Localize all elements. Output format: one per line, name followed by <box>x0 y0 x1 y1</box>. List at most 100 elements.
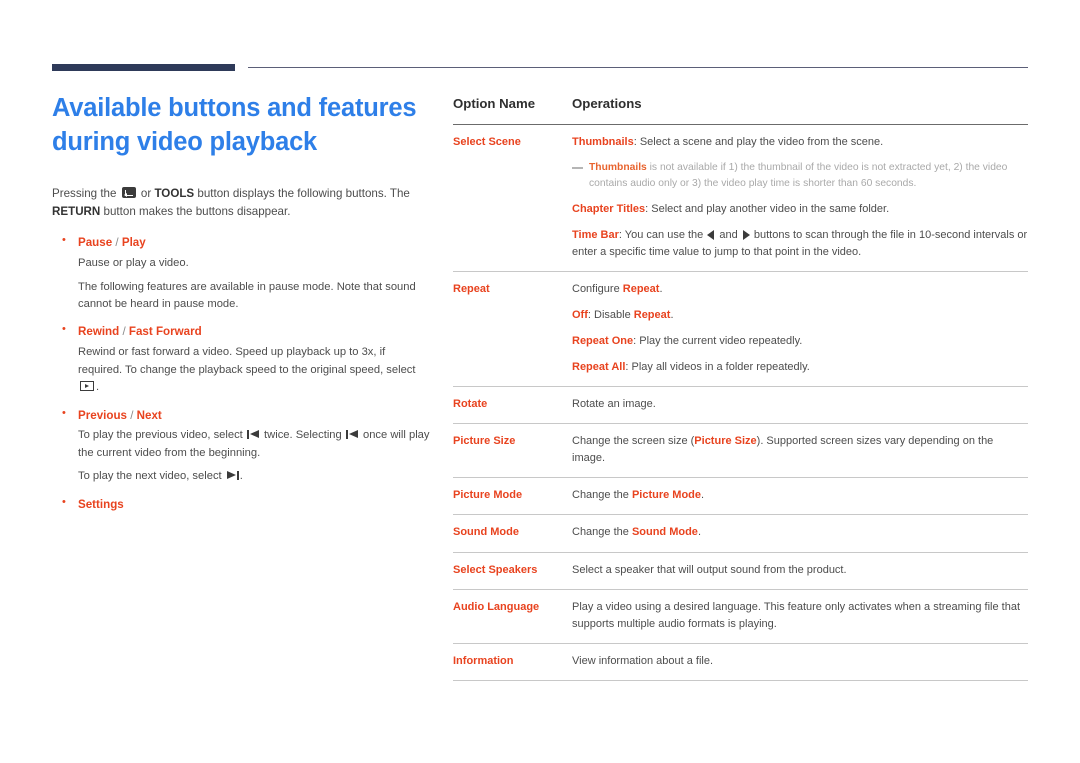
options-table: Option Name Operations Select Scene Thum… <box>453 96 1028 681</box>
features-bullet-list: Pause / Play Pause or play a video. The … <box>52 234 432 514</box>
option-name-information: Information <box>453 654 514 667</box>
operation-line: Play a video using a desired language. T… <box>572 600 1021 630</box>
header-rule-thick <box>52 64 235 71</box>
list-item: Settings <box>52 496 432 514</box>
operation-text: Change the screen size ( <box>572 435 695 448</box>
bullet-heading-rewind-fast-forward: Rewind / Fast Forward <box>78 324 432 341</box>
bullet-head-sep: / <box>126 408 137 422</box>
operation-line: Thumbnails: Select a scene and play the … <box>572 134 1028 151</box>
bullet-head-a: Rewind <box>78 325 120 339</box>
intro-text-1: Pressing the <box>52 187 120 201</box>
operation-text: : Play the current video repeatedly. <box>633 335 803 348</box>
term-thumbnails: Thumbnails <box>572 136 634 148</box>
arrow-right-icon <box>742 229 750 240</box>
skip-previous-icon <box>345 430 359 440</box>
table-body: Select Scene Thumbnails: Select a scene … <box>453 125 1028 681</box>
operations-repeat: Configure Repeat. Off: Disable Repeat. R… <box>572 272 1028 387</box>
list-item: Previous / Next To play the previous vid… <box>52 407 432 486</box>
term-repeat-all: Repeat All <box>572 361 626 374</box>
play-boxed-icon <box>80 381 94 392</box>
option-name-select-speakers: Select Speakers <box>453 563 538 576</box>
bullet-head-sep: / <box>112 236 122 250</box>
note-thumbnails: Thumbnails is not available if 1) the th… <box>572 160 1028 192</box>
bullet-paragraph: Pause or play a video. <box>78 257 189 270</box>
option-name-sound-mode: Sound Mode <box>453 526 519 539</box>
bullet-heading-settings: Settings <box>78 497 124 511</box>
bullet-paragraph: To play the next video, select . <box>78 468 432 485</box>
list-item: Rewind / Fast Forward Rewind or fast for… <box>52 323 432 396</box>
list-item: Pause / Play Pause or play a video. The … <box>52 234 432 313</box>
operations-rotate: Rotate an image. <box>572 387 1028 424</box>
term-chapter-titles: Chapter Titles <box>572 202 646 215</box>
operation-line: Time Bar: You can use the and buttons to… <box>572 227 1028 261</box>
bullet-head-a: Previous <box>78 408 127 422</box>
bullet-head-b: Next <box>136 408 162 422</box>
options-table-wrapper: Option Name Operations Select Scene Thum… <box>453 96 1028 681</box>
page-title-line1: Available buttons and features <box>52 94 417 122</box>
bullet-head-b: Play <box>121 236 146 250</box>
skip-next-icon <box>226 471 239 481</box>
page-title: Available buttons and features during vi… <box>52 92 432 159</box>
term-repeat: Repeat <box>622 283 660 296</box>
table-row: Select Scene Thumbnails: Select a scene … <box>453 125 1028 272</box>
operation-line: Configure Repeat. <box>572 281 1028 298</box>
tools-label: TOOLS <box>154 187 195 201</box>
bullet-heading-pause-play: Pause / Play <box>78 235 432 252</box>
page-title-line2: during video playback <box>52 127 318 156</box>
operations-sound-mode: Change the Sound Mode. <box>572 515 1028 552</box>
table-row: Picture Mode Change the Picture Mode. <box>453 478 1028 515</box>
operation-line: Chapter Titles: Select and play another … <box>572 201 1028 218</box>
term-time-bar: Time Bar <box>572 229 619 241</box>
header-rule-thin <box>248 67 1028 69</box>
rewind-text-2: . <box>96 381 100 394</box>
operation-line: Select a speaker that will output sound … <box>572 563 847 576</box>
operation-line: Repeat All: Play all videos in a folder … <box>572 359 1028 376</box>
bullet-head-b: Fast Forward <box>128 325 202 339</box>
bullet-head-a: Pause <box>78 236 113 250</box>
operation-text: : Play all videos in a folder repeatedly… <box>625 361 810 374</box>
enter-key-icon <box>121 187 136 199</box>
operations-audio-language: Play a video using a desired language. T… <box>572 589 1028 643</box>
header-rules <box>52 64 1028 74</box>
bullet-paragraph: Rewind or fast forward a video. Speed up… <box>78 344 432 396</box>
table-row: Select Speakers Select a speaker that wi… <box>453 552 1028 590</box>
operation-text: Change the <box>572 489 632 502</box>
operation-text: . <box>697 526 701 539</box>
table-row: Rotate Rotate an image. <box>453 387 1028 424</box>
operation-text: . <box>701 489 705 502</box>
table-row: Repeat Configure Repeat. Off: Disable Re… <box>453 272 1028 387</box>
intro-text-4: button makes the buttons disappear. <box>100 205 291 219</box>
bullet-paragraph: To play the previous video, select twice… <box>78 427 432 462</box>
table-row: Sound Mode Change the Sound Mode. <box>453 515 1028 553</box>
operation-line: Repeat One: Play the current video repea… <box>572 333 1028 350</box>
operation-line: Off: Disable Repeat. <box>572 307 1028 324</box>
table-row: Information View information about a fil… <box>453 643 1028 681</box>
operation-text: : Disable <box>587 309 634 322</box>
prev-text-2: twice. Selecting <box>260 429 345 442</box>
prev-text-1: To play the previous video, select <box>78 429 246 442</box>
table-header-row: Option Name Operations <box>453 96 1028 125</box>
option-name-repeat: Repeat <box>453 283 490 296</box>
table-row: Picture Size Change the screen size (Pic… <box>453 424 1028 478</box>
operation-text: . <box>670 309 674 322</box>
option-name-select-scene: Select Scene <box>453 136 521 148</box>
operation-text: and <box>716 229 741 241</box>
operation-line: Change the Sound Mode. <box>572 524 1028 541</box>
option-name-picture-size: Picture Size <box>453 435 516 448</box>
term-repeat-one: Repeat One <box>572 335 634 348</box>
intro-text-3: button displays the following buttons. T… <box>194 187 410 201</box>
rewind-text-1: Rewind or fast forward a video. Speed up… <box>78 346 416 376</box>
next-text-1: To play the next video, select <box>78 470 225 483</box>
term-off: Off <box>572 309 588 322</box>
operations-select-speakers: Select a speaker that will output sound … <box>572 552 1028 589</box>
column-header-option-name: Option Name <box>453 96 536 111</box>
table-row: Audio Language Play a video using a desi… <box>453 589 1028 644</box>
left-column: Available buttons and features during vi… <box>52 92 432 525</box>
term-picture-size: Picture Size <box>694 435 757 448</box>
operations-picture-size: Change the screen size (Picture Size). S… <box>572 424 1028 478</box>
intro-text-2: or <box>137 187 155 201</box>
bullet-heading-previous-next: Previous / Next <box>78 408 432 425</box>
operation-line: Rotate an image. <box>572 398 656 411</box>
skip-previous-icon <box>246 430 260 440</box>
operation-line: Change the Picture Mode. <box>572 487 1028 504</box>
